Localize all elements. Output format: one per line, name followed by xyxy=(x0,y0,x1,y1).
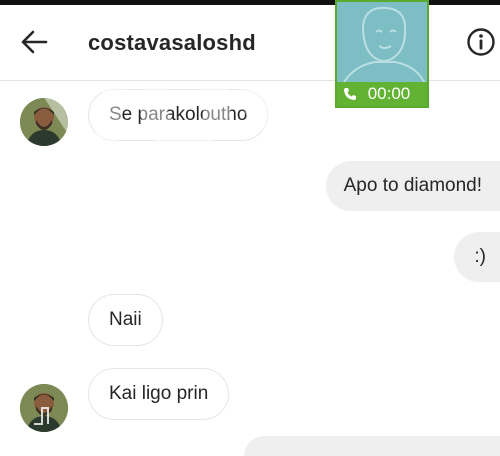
phone-icon xyxy=(344,88,356,100)
info-icon xyxy=(467,28,495,56)
back-button[interactable] xyxy=(18,26,50,58)
conversation-username[interactable]: costavasaloshd xyxy=(88,30,256,56)
chat-thread: Se parakoloutho Apo to diamond! :) Naii … xyxy=(0,80,500,456)
avatar-photo xyxy=(20,384,68,432)
call-timer-text: 00:00 xyxy=(367,84,411,103)
message-bubble-incoming[interactable]: Se parakoloutho xyxy=(88,89,269,141)
caller-placeholder-icon xyxy=(343,6,425,84)
message-bubble-outgoing-partial[interactable] xyxy=(244,436,500,456)
message-bubble-incoming[interactable]: Kai ligo prin xyxy=(88,368,230,420)
avatar-photo xyxy=(20,98,68,146)
message-bubble-outgoing[interactable]: Apo to diamond! xyxy=(325,161,500,211)
avatar[interactable] xyxy=(20,384,68,432)
info-button[interactable] xyxy=(466,27,496,57)
message-bubble-incoming[interactable]: Naii xyxy=(88,294,163,346)
video-call-widget[interactable]: 00:00 xyxy=(335,0,429,108)
call-timer: 00:00 xyxy=(337,82,427,106)
message-bubble-outgoing[interactable]: :) xyxy=(454,232,500,282)
avatar[interactable] xyxy=(20,98,68,146)
arrow-left-icon xyxy=(21,30,48,54)
